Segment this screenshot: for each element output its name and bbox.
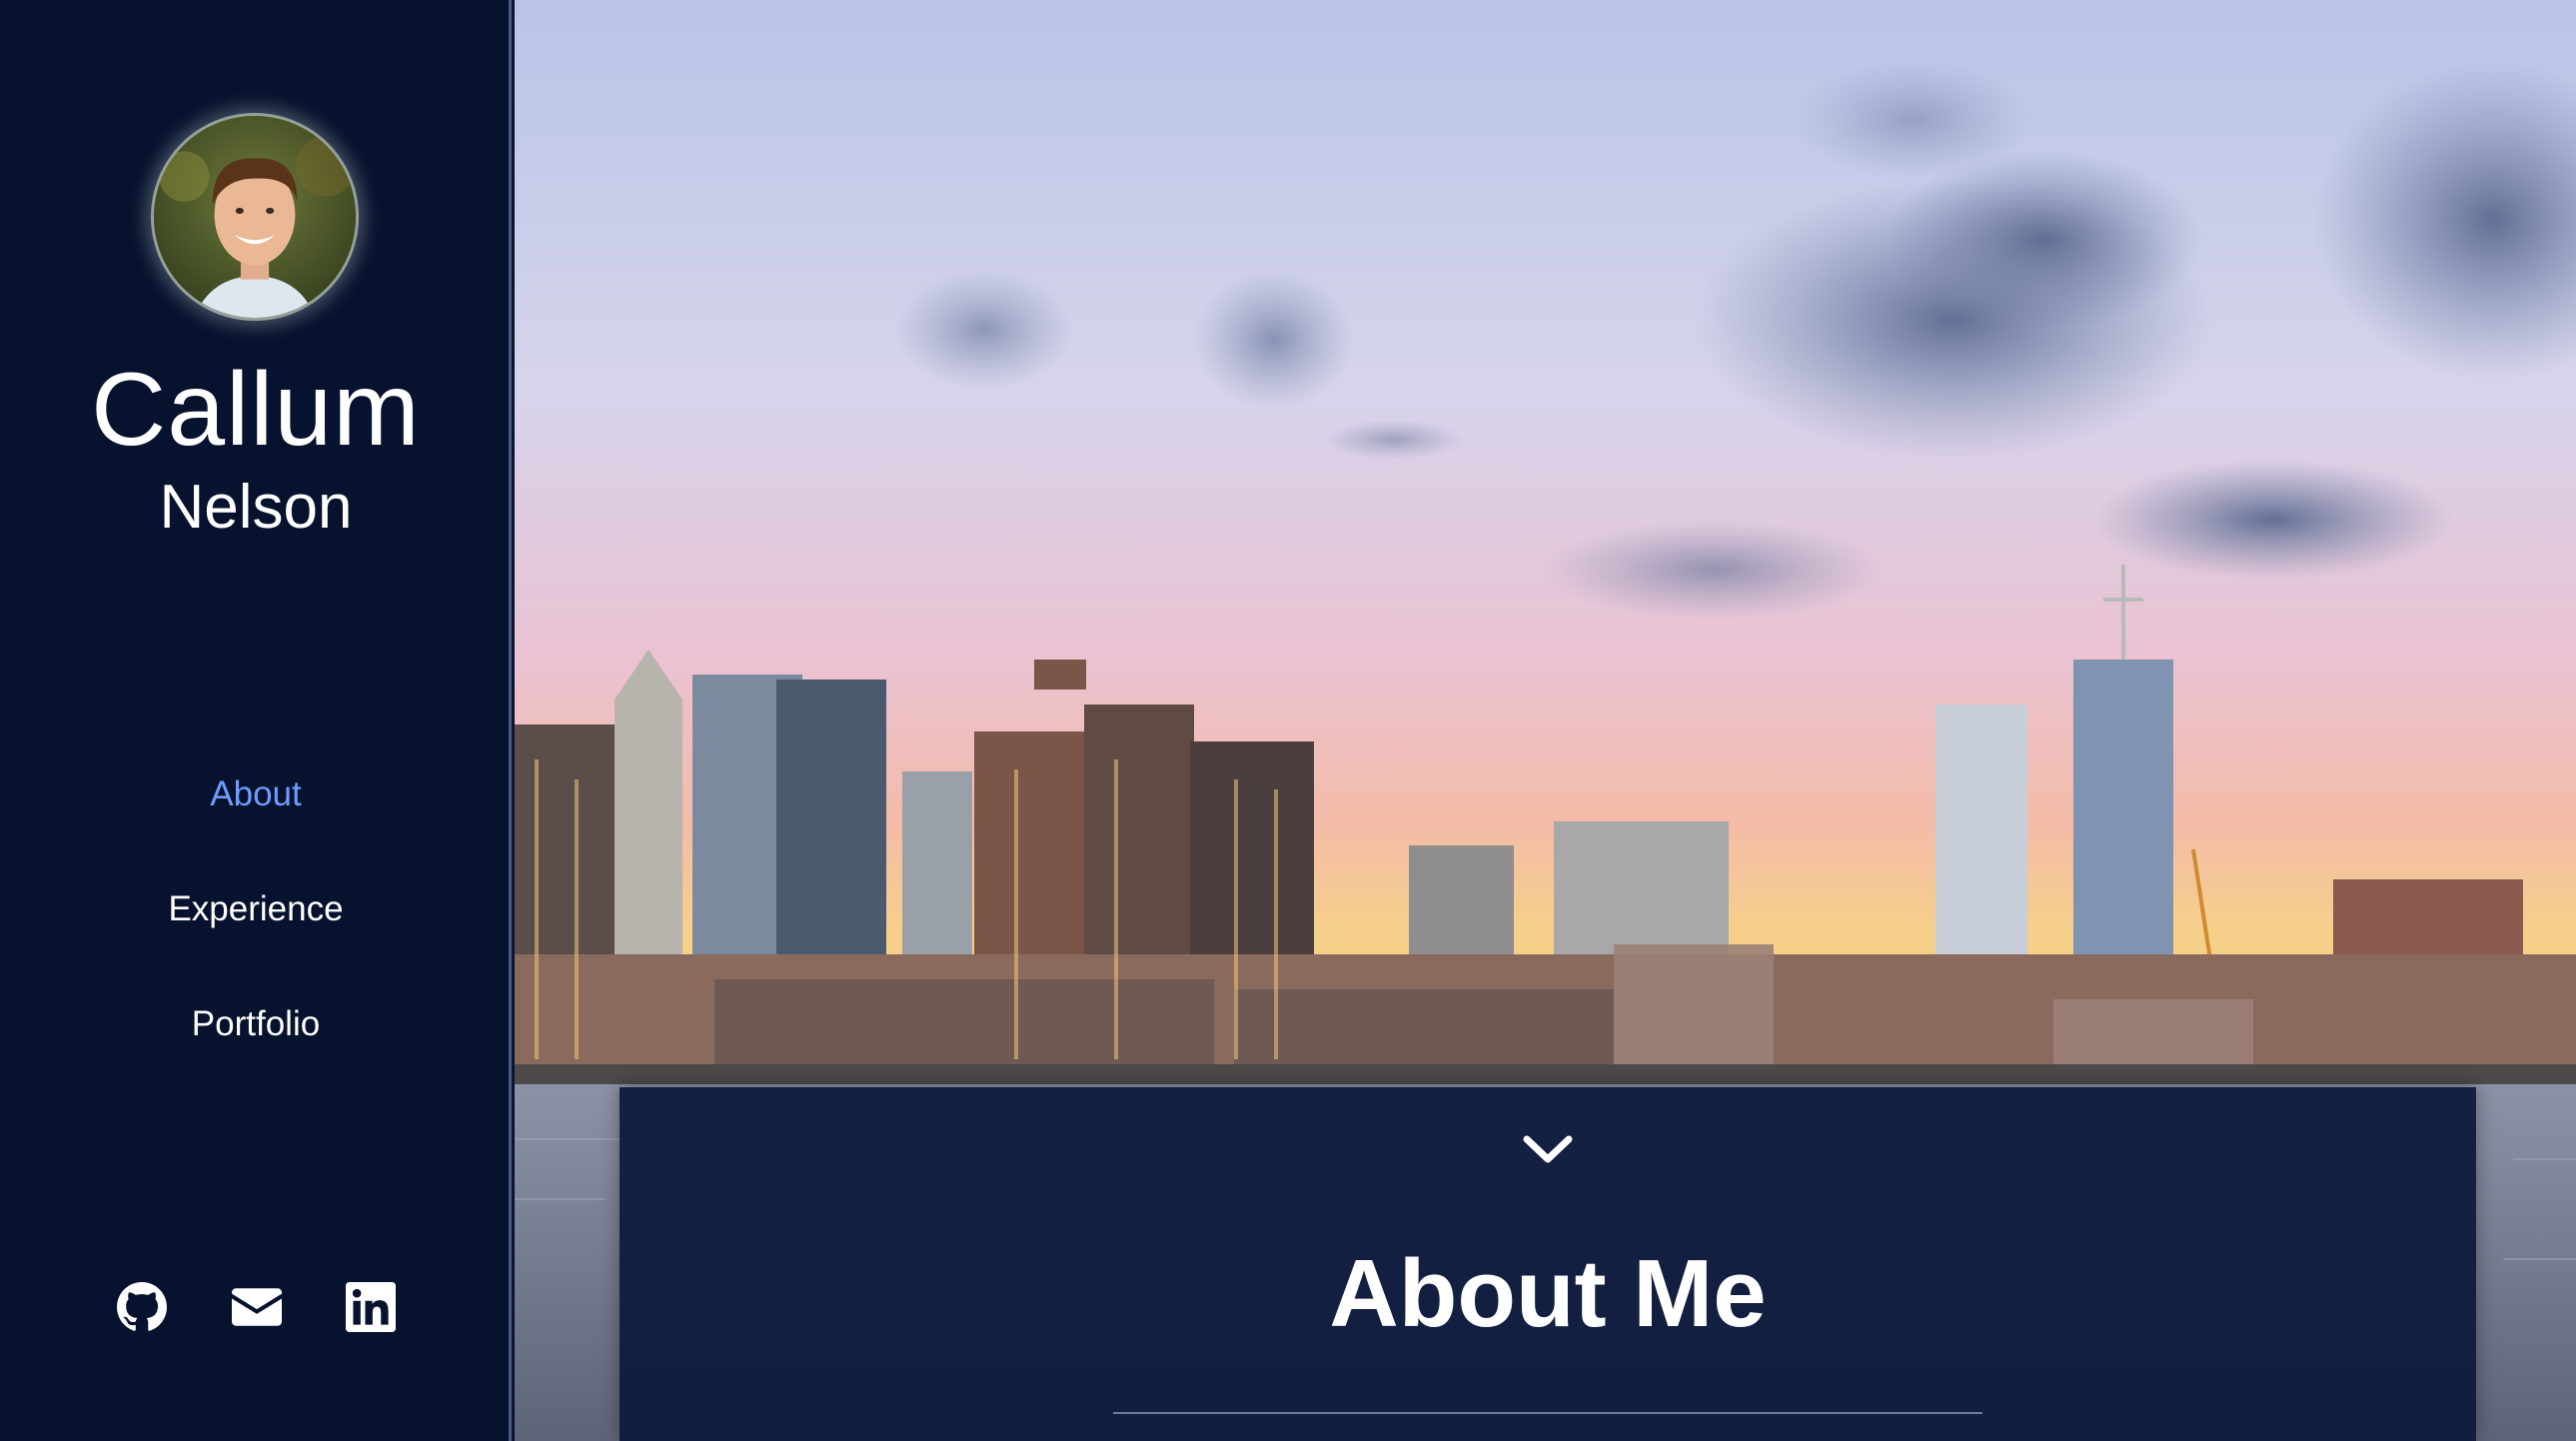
about-panel: About Me [620, 1087, 2476, 1441]
profile-photo [154, 116, 356, 318]
hero-section: About Me [515, 0, 2576, 1441]
nav-item-portfolio[interactable]: Portfolio [0, 999, 512, 1049]
avatar [151, 113, 359, 321]
github-icon [117, 1282, 167, 1331]
nav-item-experience[interactable]: Experience [0, 884, 512, 934]
sidebar-nav: About Experience Portfolio [0, 769, 512, 1114]
name-first: Callum [91, 352, 421, 468]
envelope-icon [232, 1288, 282, 1326]
chevron-down-icon[interactable] [1521, 1131, 1575, 1167]
email-link[interactable] [229, 1279, 285, 1335]
linkedin-icon [346, 1282, 396, 1332]
portfolio-page: Callum Nelson About Experience Portfolio [0, 0, 2576, 1441]
social-links [0, 1279, 512, 1339]
name-last: Nelson [159, 473, 353, 542]
linkedin-link[interactable] [343, 1279, 399, 1335]
nav-item-about[interactable]: About [0, 769, 512, 819]
github-link[interactable] [114, 1279, 170, 1335]
divider [1113, 1412, 1982, 1414]
about-heading: About Me [1329, 1240, 1767, 1347]
sidebar: Callum Nelson About Experience Portfolio [0, 0, 512, 1441]
